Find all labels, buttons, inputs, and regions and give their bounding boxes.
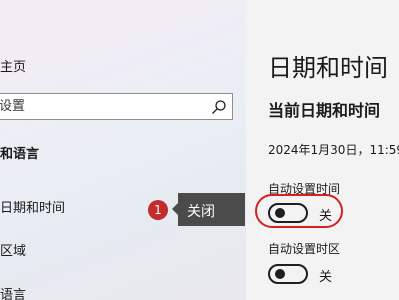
sidebar-item-language[interactable]: 语言 (0, 284, 26, 300)
sidebar-item-label: 日期和时间 (0, 201, 66, 216)
current-date-time-heading: 当前日期和时间 (268, 101, 381, 120)
sidebar-item-date-time[interactable]: 日期和时间 (0, 197, 65, 216)
step-number-badge: 1 (148, 200, 168, 220)
sidebar: 主页 和语言 日期和时间 区域 语言 1 关闭 (0, 0, 246, 300)
search-icon[interactable] (211, 99, 227, 115)
sidebar-item-region[interactable]: 区域 (0, 240, 26, 259)
search-input[interactable] (0, 94, 199, 119)
auto-timezone-label: 自动设置时区 (268, 242, 341, 256)
sidebar-item-label: 语言 (0, 288, 27, 300)
toggle-knob (275, 208, 285, 218)
auto-timezone-toggle[interactable] (268, 264, 308, 284)
page-title: 日期和时间 (268, 54, 388, 82)
search-box[interactable] (0, 93, 233, 120)
tooltip: 关闭 (178, 193, 245, 226)
sidebar-item-home[interactable]: 主页 (0, 56, 26, 75)
auto-time-state: 关 (319, 209, 333, 224)
auto-time-toggle[interactable] (268, 203, 308, 223)
auto-timezone-state: 关 (319, 270, 333, 285)
toggle-knob (275, 269, 285, 279)
sidebar-category-label: 和语言 (0, 147, 40, 162)
sidebar-item-label: 主页 (0, 60, 27, 75)
current-date-time-value: 2024年1月30日，11:59 (268, 143, 399, 157)
main-panel: 日期和时间 当前日期和时间 2024年1月30日，11:59 自动设置时间 关 … (246, 0, 399, 300)
sidebar-item-label: 区域 (0, 244, 27, 259)
